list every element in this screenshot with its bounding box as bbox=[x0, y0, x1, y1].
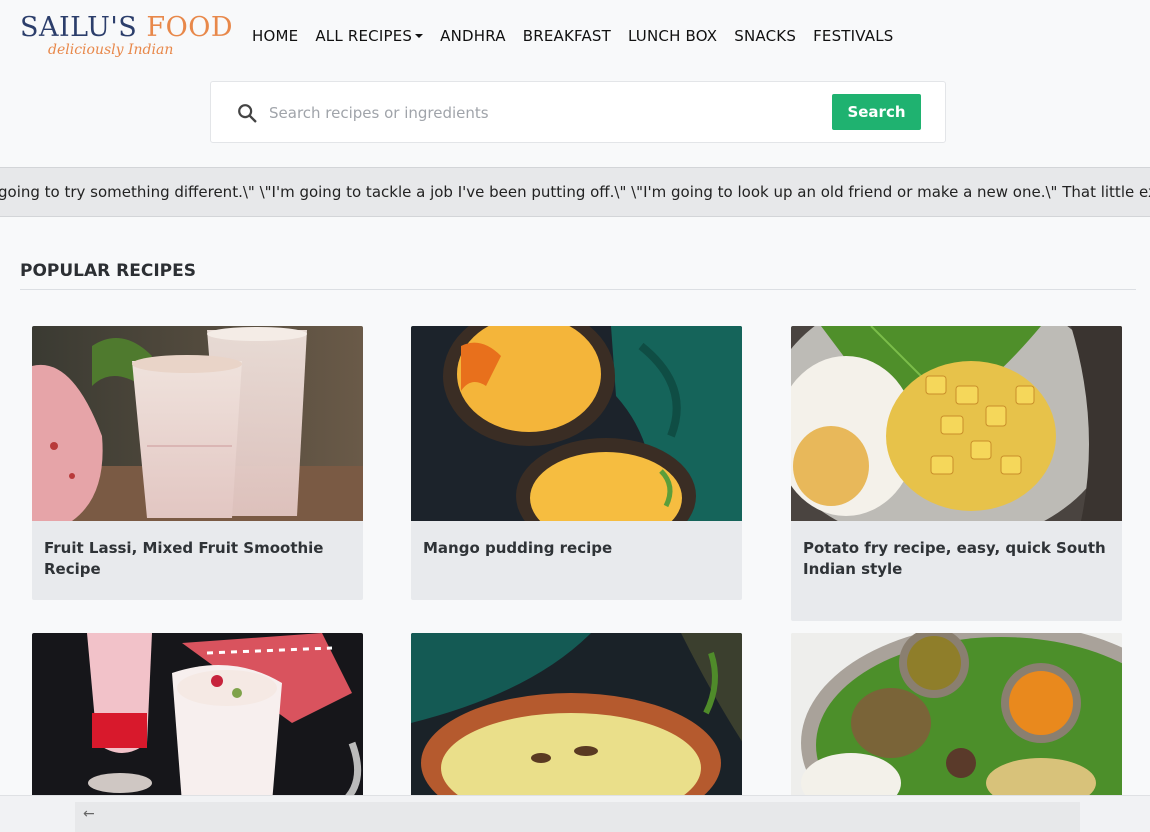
quote-ticker: going to try something different.\" \"I'… bbox=[0, 167, 1150, 217]
nav-snacks-label: SNACKS bbox=[734, 27, 797, 45]
left-arrow-icon[interactable]: ← bbox=[83, 806, 95, 822]
nav-andhra[interactable]: ANDHRA bbox=[440, 27, 506, 45]
fruit-lassi-photo[interactable] bbox=[32, 326, 363, 521]
recipe-card[interactable]: Fruit Lassi, Mixed Fruit Smoothie Recipe bbox=[32, 326, 363, 600]
recipe-card[interactable] bbox=[791, 633, 1122, 803]
search-bar: Search bbox=[210, 81, 946, 143]
mango-pudding-photo[interactable] bbox=[411, 326, 742, 521]
search-button[interactable]: Search bbox=[832, 94, 921, 130]
nav-festivals[interactable]: FESTIVALS bbox=[813, 27, 893, 45]
nav-snacks[interactable]: SNACKS bbox=[734, 27, 796, 45]
recipe-card-title[interactable]: Mango pudding recipe bbox=[411, 521, 742, 559]
logo-wordmark: SAILU'S FOOD bbox=[20, 12, 233, 44]
falooda-photo[interactable] bbox=[32, 633, 363, 803]
thali-photo[interactable] bbox=[791, 633, 1122, 803]
nav-all-recipes[interactable]: ALL RECIPES bbox=[315, 27, 424, 45]
section-divider bbox=[20, 289, 1136, 290]
main-menu: HOME ALL RECIPES ANDHRA BREAKFAST LUNCH … bbox=[252, 27, 911, 45]
nav-home-label: HOME bbox=[252, 27, 299, 45]
search-input[interactable] bbox=[269, 96, 819, 130]
logo-tagline: deliciously Indian bbox=[48, 42, 174, 58]
logo-name-part1: SAILU'S bbox=[20, 12, 138, 43]
nav-festivals-label: FESTIVALS bbox=[813, 27, 894, 45]
recipe-card-title[interactable]: Fruit Lassi, Mixed Fruit Smoothie Recipe bbox=[32, 521, 363, 580]
recipe-card[interactable] bbox=[32, 633, 363, 803]
horizontal-scroll-track[interactable]: ← bbox=[75, 802, 1080, 832]
logo-name-part2: FOOD bbox=[146, 12, 234, 43]
recipe-card[interactable]: Potato fry recipe, easy, quick South Ind… bbox=[791, 326, 1122, 621]
ticker-text: going to try something different.\" \"I'… bbox=[0, 183, 1150, 201]
top-navigation: SAILU'S FOOD deliciously Indian HOME ALL… bbox=[0, 0, 1150, 75]
nav-lunch-box[interactable]: LUNCH BOX bbox=[628, 27, 717, 45]
bottom-scroll-bar: ← bbox=[0, 795, 1150, 832]
nav-home[interactable]: HOME bbox=[252, 27, 298, 45]
site-logo[interactable]: SAILU'S FOOD deliciously Indian bbox=[20, 12, 233, 68]
nav-andhra-label: ANDHRA bbox=[440, 27, 506, 45]
potato-fry-photo[interactable] bbox=[791, 326, 1122, 521]
caret-down-icon bbox=[415, 34, 424, 38]
recipe-card-title[interactable]: Potato fry recipe, easy, quick South Ind… bbox=[791, 521, 1122, 580]
section-heading: POPULAR RECIPES bbox=[20, 261, 196, 281]
nav-breakfast[interactable]: BREAKFAST bbox=[523, 27, 611, 45]
nav-lunch-box-label: LUNCH BOX bbox=[628, 27, 718, 45]
nav-all-recipes-label: ALL RECIPES bbox=[315, 27, 413, 45]
recipe-card[interactable] bbox=[411, 633, 742, 803]
nav-breakfast-label: BREAKFAST bbox=[522, 27, 611, 45]
recipe-card[interactable]: Mango pudding recipe bbox=[411, 326, 742, 600]
search-icon bbox=[238, 104, 257, 123]
kheer-photo[interactable] bbox=[411, 633, 742, 803]
